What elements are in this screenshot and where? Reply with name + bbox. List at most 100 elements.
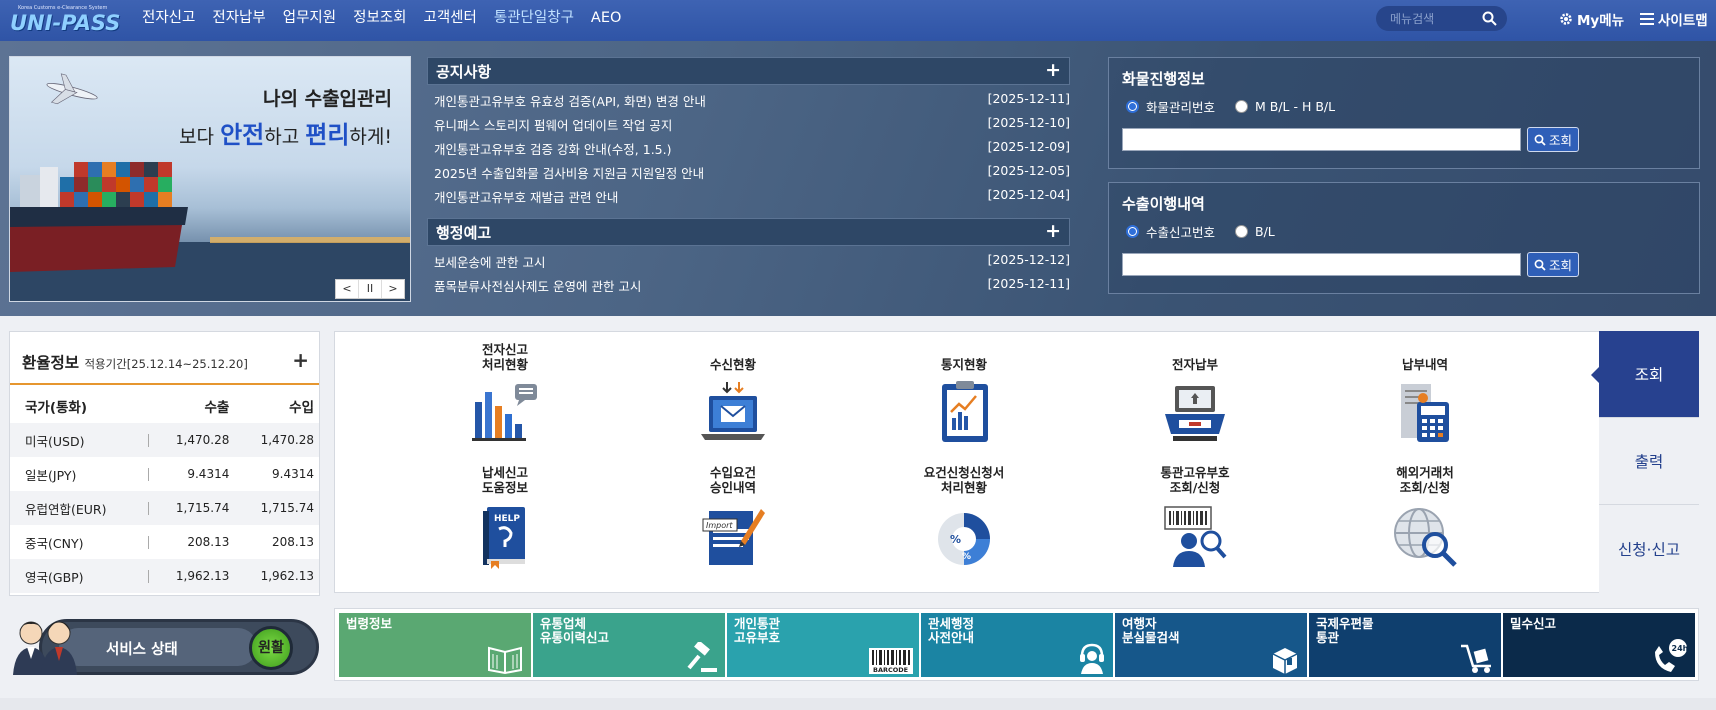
menu-search-input[interactable]: 메뉴검색 (1376, 6, 1507, 31)
shortcut-distributor-report[interactable]: 유통업체 유통이력신고 (533, 613, 725, 677)
grid-item-e-declaration-status[interactable]: 전자신고 처리현황 (430, 342, 580, 452)
grid-item-overseas-partner[interactable]: 해외거래처 조회/신청 (1350, 465, 1500, 575)
unipass-logo[interactable]: Korea Customs e-Clearance System UNI-PAS… (10, 4, 120, 36)
shortcut-advance-notice[interactable]: 관세행정 사전안내 (921, 613, 1113, 677)
chevron-right-icon[interactable]: > (382, 280, 404, 298)
menu-item-work-support[interactable]: 업무지원 (283, 0, 336, 38)
top-nav: Korea Customs e-Clearance System UNI-PAS… (0, 0, 1716, 41)
promo-banner[interactable]: 나의 수출입관리 보다 안전하고 편리하게! < II > (9, 56, 411, 302)
grid-item-receipt-status[interactable]: 수신현황 (658, 342, 808, 452)
barcode-person-icon (1164, 506, 1227, 567)
search-icon[interactable] (1482, 11, 1497, 26)
hamburger-icon (1640, 13, 1654, 25)
table-row: 중국(CNY) 208.13 208.13 (10, 525, 319, 559)
staff-avatars-icon (13, 621, 77, 675)
admin-notice-item-title[interactable]: 보세운송에 관한 고시 (434, 252, 545, 271)
tab-lookup[interactable]: 조회 (1591, 331, 1699, 418)
radio-unchecked-icon[interactable] (1235, 225, 1249, 238)
banner-controls: < II > (335, 279, 405, 299)
notice-item-title[interactable]: 2025년 수출입화물 검사비용 지원금 지원일정 안내 (434, 163, 704, 182)
shortcut-smuggling-report[interactable]: 밀수신고 24h (1503, 613, 1695, 677)
headset-icon (1080, 643, 1104, 674)
phone-badge-text: 24h (1672, 644, 1689, 653)
payment-terminal-icon (1165, 386, 1225, 441)
shortcut-bar: 법령정보 유통업체 유통이력신고 개인통관 고유부호 BARCODE 관세행정 … (334, 608, 1699, 681)
grid-item-requirement-application[interactable]: 요건신청신청서 처리현황 % % (889, 465, 1039, 575)
export-search-button[interactable]: 조회 (1527, 252, 1579, 277)
notice-item-title[interactable]: 개인통관고유부호 검증 강화 안내(수정, 1.5.) (434, 139, 671, 158)
grid-item-payment-history[interactable]: 납부내역 (1350, 342, 1500, 452)
grid-item-customs-code[interactable]: 통관고유부호 조회/신청 (1120, 465, 1270, 575)
exchange-more-button[interactable]: + (292, 348, 309, 372)
shortcut-label: 개인통관 고유부호 (734, 616, 781, 645)
list-item[interactable]: 개인통관고유부호 재발급 관련 안내 [2025-12-04] (427, 183, 1070, 207)
banner-headline: 나의 수출입관리 (263, 88, 392, 110)
admin-notice-header: 행정예고 + (427, 218, 1070, 246)
tab-apply-declare[interactable]: 신청·신고 (1599, 505, 1699, 593)
grid-item-label: 전자신고 처리현황 (481, 342, 528, 372)
exchange-rate-panel: 환율정보 적용기간[25.12.14~25.12.20] + 국가(통화) 수출… (9, 331, 320, 596)
menu-item-customer-center[interactable]: 고객센터 (424, 0, 477, 38)
cell-import: 1,715.74 (234, 491, 319, 525)
my-menu-button[interactable]: My메뉴 (1559, 9, 1624, 29)
list-item[interactable]: 개인통관고유부호 유효성 검증(API, 화면) 변경 안내 [2025-12-1… (427, 87, 1070, 111)
radio-checked-icon[interactable] (1126, 225, 1139, 238)
sitemap-label: 사이트맵 (1658, 13, 1708, 29)
cell-country: 유럽연합(EUR) (10, 491, 150, 525)
shortcut-customs-code[interactable]: 개인통관 고유부호 BARCODE (727, 613, 919, 677)
cargo-radio-mgmt-no[interactable]: 화물관리번호 (1126, 97, 1215, 116)
list-item[interactable]: 보세운송에 관한 고시 [2025-12-12] (427, 248, 1070, 272)
list-item[interactable]: 2025년 수출입화물 검사비용 지원금 지원일정 안내 [2025-12-05] (427, 159, 1070, 183)
notice-item-date: [2025-12-05] (987, 163, 1070, 178)
admin-notice-panel: 행정예고 + 보세운송에 관한 고시 [2025-12-12] 품목분류사전심사제… (427, 218, 1070, 296)
banner-subheadline: 보다 안전하고 편리하게! (179, 121, 392, 149)
cell-import: 1,962.13 (234, 559, 319, 593)
sitemap-button[interactable]: 사이트맵 (1640, 9, 1708, 29)
cargo-radio-bl[interactable]: M B/L - H B/L (1235, 97, 1335, 116)
shortcut-intl-mail[interactable]: 국제우편물 통관 (1309, 613, 1501, 677)
grid-item-e-payment[interactable]: 전자납부 (1120, 342, 1270, 452)
cart-icon (1461, 644, 1491, 673)
radio-unchecked-icon[interactable] (1235, 100, 1249, 113)
notice-item-date: [2025-12-10] (987, 115, 1070, 130)
cargo-title: 화물진행정보 (1122, 70, 1205, 88)
search-icon (1534, 134, 1546, 146)
menu-item-aeo[interactable]: AEO (591, 0, 622, 38)
service-status: 서비스 상태 원활 (9, 613, 320, 680)
list-item[interactable]: 유니패스 스토리지 펌웨어 업데이트 작업 공지 [2025-12-10] (427, 111, 1070, 135)
grid-item-notification-status[interactable]: 통지현황 (889, 342, 1039, 452)
chevron-left-icon[interactable]: < (336, 280, 359, 298)
shortcut-label: 밀수신고 (1510, 616, 1557, 631)
admin-notice-more-button[interactable]: + (1045, 220, 1061, 242)
radio-label: 수출신고번호 (1146, 225, 1216, 240)
notice-item-date: [2025-12-09] (987, 139, 1070, 154)
grid-item-label: 해외거래처 조회/신청 (1396, 465, 1454, 495)
pause-icon[interactable]: II (359, 280, 382, 298)
export-search-input[interactable] (1122, 253, 1521, 276)
my-menu-label: My메뉴 (1577, 13, 1625, 29)
list-item[interactable]: 품목분류사전심사제도 운영에 관한 고시 [2025-12-11] (427, 272, 1070, 296)
menu-item-e-declaration[interactable]: 전자신고 (142, 0, 195, 38)
notice-more-button[interactable]: + (1045, 59, 1061, 81)
list-item[interactable]: 개인통관고유부호 검증 강화 안내(수정, 1.5.) [2025-12-09] (427, 135, 1070, 159)
radio-checked-icon[interactable] (1126, 100, 1139, 113)
shortcut-lost-items[interactable]: 여행자 분실물검색 (1115, 613, 1307, 677)
notice-item-title[interactable]: 유니패스 스토리지 펌웨어 업데이트 작업 공지 (434, 115, 672, 134)
tab-print[interactable]: 출력 (1599, 418, 1699, 505)
grid-item-tax-help[interactable]: 납세신고 도움정보 HELP (430, 465, 580, 575)
menu-item-e-payment[interactable]: 전자납부 (212, 0, 265, 38)
export-radio-bl[interactable]: B/L (1235, 222, 1275, 241)
menu-item-info-lookup[interactable]: 정보조회 (353, 0, 406, 38)
grid-item-label: 통관고유부호 조회/신청 (1160, 465, 1230, 495)
notice-item-title[interactable]: 개인통관고유부호 재발급 관련 안내 (434, 187, 618, 206)
shortcut-law-info[interactable]: 법령정보 (339, 613, 531, 677)
menu-item-single-window[interactable]: 통관단일창구 (494, 0, 574, 38)
menu-search-placeholder: 메뉴검색 (1390, 12, 1435, 26)
cargo-search-button[interactable]: 조회 (1527, 127, 1579, 152)
notice-item-title[interactable]: 개인통관고유부호 유효성 검증(API, 화면) 변경 안내 (434, 91, 706, 110)
barcode-icon: BARCODE (869, 648, 913, 674)
export-radio-decl-no[interactable]: 수출신고번호 (1126, 222, 1215, 241)
admin-notice-item-title[interactable]: 품목분류사전심사제도 운영에 관한 고시 (434, 276, 641, 295)
cargo-search-input[interactable] (1122, 128, 1521, 151)
grid-item-import-approval[interactable]: 수입요건 승인내역 Import (658, 465, 808, 575)
